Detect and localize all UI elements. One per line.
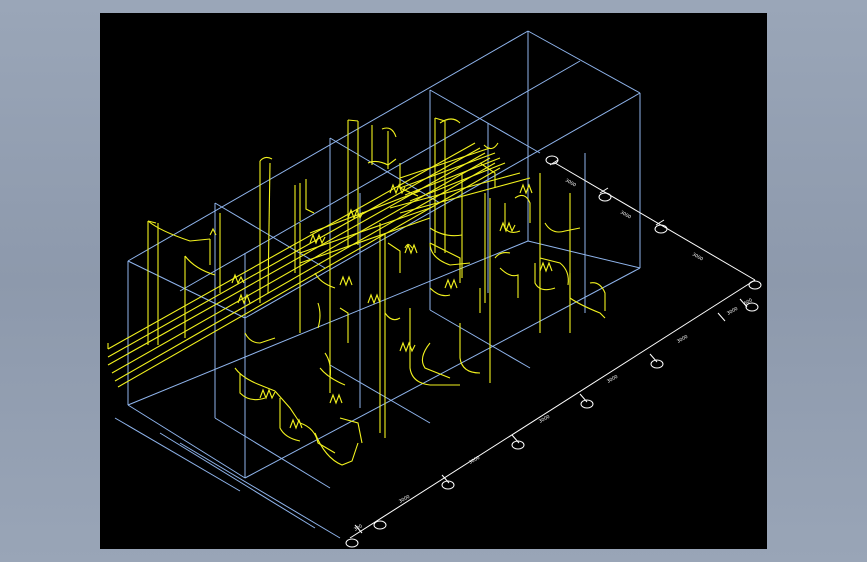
grid-roof-edge: [527, 30, 641, 94]
axis-bubble: [345, 538, 359, 548]
axis-bubble: [373, 520, 387, 530]
pipe-run: [114, 162, 496, 382]
fixture-symbol: [237, 293, 251, 305]
fixture-symbol: [399, 341, 416, 353]
pipe-loop: [274, 390, 301, 424]
fixture-symbol: [339, 275, 353, 287]
pipe-loop: [409, 308, 460, 386]
axis-bubble: [654, 224, 668, 234]
isometric-pipe-drawing: 300 3000 3000 3000 3000 3000 3000 600 30…: [107, 30, 762, 548]
pipe-run: [107, 152, 486, 366]
pipe-loop: [279, 398, 301, 442]
axis-bubbles: [345, 155, 762, 548]
pipe-loop: [429, 287, 451, 297]
pipe-loop: [459, 323, 481, 374]
dim-tick: [717, 312, 726, 322]
pipe-loop: [439, 118, 461, 124]
fixture-symbol: [444, 278, 458, 290]
axis-bubble: [580, 399, 594, 409]
pipe-loop: [589, 282, 606, 311]
pipe-run: [299, 217, 431, 264]
pipe-loop: [387, 242, 401, 273]
pipe-run: [111, 157, 491, 374]
fixture-symbol: [259, 388, 276, 400]
dim-text-bottom: 600: [743, 297, 754, 307]
fixture-symbol: [519, 183, 533, 195]
axis-bubble: [650, 359, 664, 369]
grid-floor-edge: [127, 240, 529, 406]
pipe-loop: [259, 156, 273, 162]
pipe-bundle-main: [107, 142, 501, 388]
grid-floor-line: [179, 442, 341, 539]
dim-text-bottom: 3000: [726, 306, 739, 317]
dim-text-bottom: 3000: [538, 414, 551, 425]
grid-floor-line: [159, 432, 316, 529]
riser: [347, 119, 359, 122]
cad-viewport[interactable]: 300 3000 3000 3000 3000 3000 3000 600 30…: [100, 13, 767, 549]
pipe-loop: [317, 302, 321, 329]
fixture-symbol: [539, 261, 553, 273]
pipe-run: [117, 167, 501, 388]
pipe-loop: [339, 307, 349, 343]
fixture-symbol: [367, 293, 381, 305]
grid-floor-line: [429, 309, 531, 369]
fixture-clusters: [209, 183, 553, 430]
dim-text-right: 3000: [691, 252, 704, 263]
dim-text-right: 3000: [564, 178, 577, 189]
dim-line-bottom: [349, 279, 756, 539]
dim-text-right: 3000: [619, 210, 632, 221]
pipe-loop: [319, 367, 346, 386]
fixture-symbol: [499, 221, 516, 233]
pipe-run: [107, 142, 476, 350]
grid-floor-edge: [244, 267, 641, 479]
pipe-loop: [314, 272, 336, 289]
pipe-loop: [381, 127, 397, 138]
pipe-loop: [544, 222, 581, 233]
fixture-symbol: [289, 418, 303, 430]
pipe-loop: [539, 257, 569, 286]
dim-text-bottom: 3000: [606, 374, 619, 385]
pipe-loop: [483, 142, 499, 150]
pipe-loop: [305, 179, 315, 214]
axis-bubble: [748, 280, 762, 290]
fixture-symbol: [329, 393, 343, 405]
grid-floor-edge: [127, 404, 246, 479]
dim-text-bottom: 3000: [468, 455, 481, 466]
pipe-loop: [421, 342, 451, 379]
pipe-loops: [147, 118, 606, 466]
axis-bubble: [598, 192, 612, 202]
pipe-loop: [147, 220, 211, 242]
grid-roof-line: [429, 89, 541, 154]
grid-floor-line: [114, 417, 241, 492]
building-grid: [114, 30, 641, 539]
pipe-run: [399, 177, 531, 214]
pipe-loop: [234, 367, 276, 392]
pipe-loop: [384, 312, 401, 321]
grid-roof-edge: [244, 92, 641, 319]
pipe-risers: [147, 117, 571, 438]
pipe-loop: [244, 332, 276, 344]
axis-bubble: [545, 155, 559, 165]
pipe-loop: [499, 267, 519, 298]
grid-floor-line: [527, 240, 641, 269]
pipe-bundle-upper: [299, 147, 531, 264]
dim-text-bottom: 300: [353, 523, 364, 533]
pipe-network: [107, 117, 606, 466]
dim-text-bottom: 3000: [676, 334, 689, 345]
